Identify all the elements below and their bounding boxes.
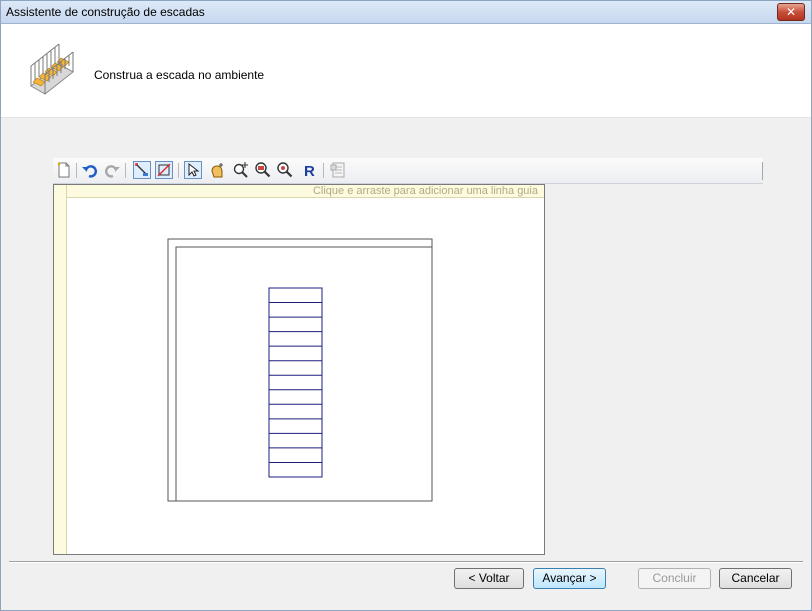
wizard-header: Construa a escada no ambiente (1, 24, 811, 118)
vertical-ruler[interactable] (54, 185, 67, 554)
pan-hand-icon[interactable] (208, 161, 226, 179)
redo-icon[interactable] (103, 161, 121, 179)
next-button[interactable]: Avançar > (533, 568, 606, 589)
stair-outline (268, 287, 323, 478)
floor-plan (167, 238, 433, 502)
zoom-fit-icon[interactable] (232, 161, 250, 179)
new-icon[interactable] (55, 161, 73, 179)
drawing-canvas[interactable]: Clique e arraste para adicionar uma linh… (53, 184, 545, 555)
wizard-window: Assistente de construção de escadas ✕ Co… (0, 0, 812, 611)
select-pointer-icon[interactable] (184, 161, 202, 179)
cancel-button[interactable]: Cancelar (719, 568, 792, 589)
svg-text:R: R (304, 163, 315, 179)
zoom-out-icon[interactable] (276, 161, 294, 179)
stair-icon (30, 43, 74, 95)
draw-area-icon[interactable] (155, 161, 173, 179)
close-button[interactable]: ✕ (777, 3, 805, 21)
instruction-text: Construa a escada no ambiente (94, 68, 265, 82)
redraw-icon[interactable]: R (301, 161, 319, 180)
window-title: Assistente de construção de escadas (6, 5, 205, 19)
undo-icon[interactable] (81, 161, 99, 179)
properties-icon[interactable] (329, 161, 347, 179)
finish-button: Concluir (638, 568, 711, 589)
zoom-in-icon[interactable] (254, 161, 272, 179)
back-button[interactable]: < Voltar (454, 568, 524, 589)
draw-stair-icon[interactable] (133, 161, 151, 179)
drawing-toolbar: R (53, 158, 763, 184)
guide-hint: Clique e arraste para adicionar uma linh… (312, 185, 538, 197)
title-bar[interactable]: Assistente de construção de escadas ✕ (1, 1, 811, 24)
footer-divider (9, 561, 803, 563)
horizontal-ruler[interactable]: Clique e arraste para adicionar uma linh… (54, 185, 544, 198)
